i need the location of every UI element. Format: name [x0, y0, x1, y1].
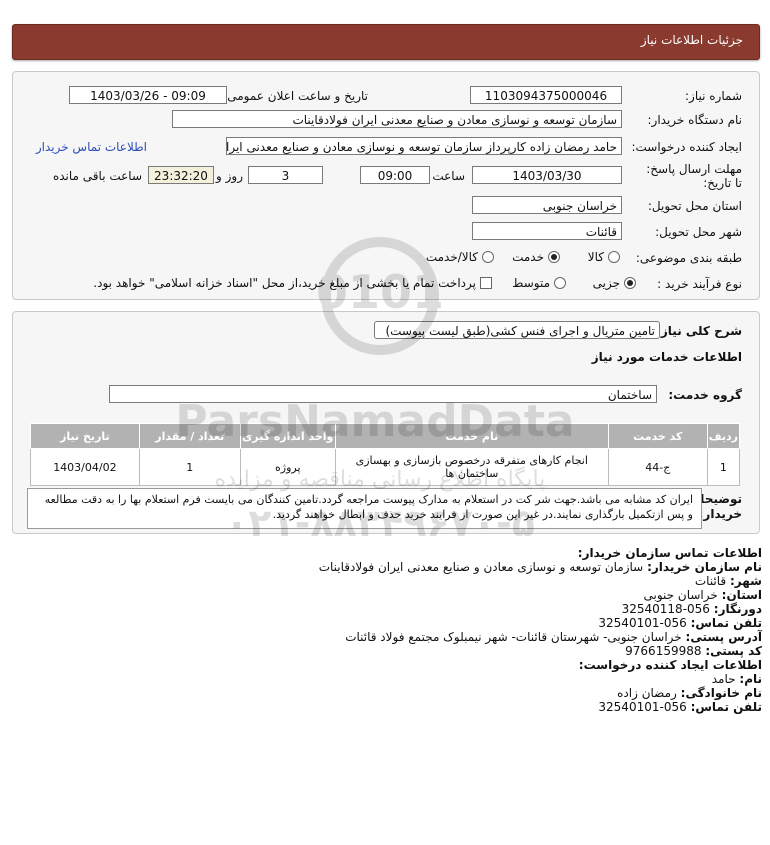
col-unit: واحد اندازه گیری	[239, 423, 336, 449]
contact-address-line: آدرس پستی: خراسان جنوبی- شهرستان قائنات-…	[345, 630, 762, 644]
contact-city-label: شهر:	[730, 574, 762, 588]
radio-service[interactable]	[548, 251, 560, 263]
col-quantity: تعداد / مقدار	[138, 423, 241, 449]
deadline-date-field: 1403/03/30	[472, 166, 622, 184]
contact-fax-line: دورنگار: 056-32540118	[622, 602, 762, 616]
radio-both[interactable]	[482, 251, 494, 263]
creator-last-name-label: نام خانوادگی:	[680, 686, 762, 700]
creator-last-name: رمضان زاده	[617, 686, 677, 700]
treasury-payment-option[interactable]: پرداخت تمام یا بخشی از مبلغ خرید،از محل …	[93, 276, 492, 290]
creator-first-name-label: نام:	[739, 672, 762, 686]
deadline-label: مهلت ارسال پاسخ: تا تاریخ:	[646, 162, 742, 190]
process-option-minor[interactable]: جزیی	[593, 276, 636, 290]
contact-city: قائنات	[694, 574, 727, 588]
page-title: جزئیات اطلاعات نیاز	[640, 33, 743, 47]
contact-phone: 056-32540101	[598, 616, 687, 630]
remaining-time-field: 23:32:20	[148, 166, 214, 184]
cell-row-num: 1	[706, 448, 741, 486]
contact-postal-line: کد پستی: 9766159988	[625, 644, 762, 658]
radio-medium[interactable]	[554, 277, 566, 289]
remaining-label: ساعت باقی مانده	[52, 169, 142, 183]
contact-phone-line: تلفن تماس: 056-32540101	[598, 616, 762, 630]
process-option-medium[interactable]: متوسط	[512, 276, 566, 290]
creator-first-name: حامد	[711, 672, 736, 686]
contact-province: خراسان جنوبی	[643, 588, 718, 602]
contact-title: اطلاعات تماس سازمان خریدار:	[577, 546, 762, 560]
deadline-time-label: ساعت	[432, 169, 465, 183]
contact-org-label: نام سازمان خریدار:	[647, 560, 762, 574]
cell-unit: پروژه	[239, 448, 336, 486]
process-option-minor-label: جزیی	[592, 276, 620, 290]
services-title: اطلاعات خدمات مورد نیاز	[591, 350, 742, 364]
process-label: نوع فرآیند خرید :	[657, 277, 742, 291]
process-option-medium-label: متوسط	[512, 276, 550, 290]
contact-fax-label: دورنگار:	[713, 602, 762, 616]
province-field: خراسان جنوبی	[472, 196, 622, 214]
buyer-org-label: نام دستگاه خریدار:	[647, 113, 743, 127]
city-field: قائنات	[472, 222, 622, 240]
deadline-time-field: 09:00	[360, 166, 430, 184]
cell-service-name: انجام کارهای متفرقه درخصوص بازسازی و بهس…	[334, 448, 609, 486]
contact-address-label: آدرس پستی:	[685, 630, 762, 644]
contact-fax: 056-32540118	[621, 602, 710, 616]
need-number-field: 1103094375000046	[470, 86, 622, 104]
treasury-note: پرداخت تمام یا بخشی از مبلغ خرید،از محل …	[93, 276, 476, 290]
category-option-goods[interactable]: کالا	[588, 250, 620, 264]
announce-field: 1403/03/26 - 09:09	[69, 86, 227, 104]
category-option-goods-label: کالا	[587, 250, 604, 264]
col-service-code: کد خدمت	[607, 423, 708, 449]
days-field: 3	[248, 166, 323, 184]
creator-phone-label: تلفن تماس:	[690, 700, 762, 714]
cell-need-date: 1403/04/02	[30, 448, 140, 486]
creator-last-name-line: نام خانوادگی: رمضان زاده	[617, 686, 762, 700]
summary-label: شرح کلی نیاز:	[656, 324, 742, 338]
creator-first-name-line: نام: حامد	[712, 672, 762, 686]
city-label: شهر محل تحویل:	[655, 225, 742, 239]
buyer-notes-field: ایران کد مشابه می باشد.جهت شر کت در استع…	[27, 488, 702, 529]
contact-phone-label: تلفن تماس:	[690, 616, 762, 630]
category-label: طبقه بندی موضوعی:	[635, 251, 742, 265]
radio-minor[interactable]	[624, 277, 636, 289]
service-group-label: گروه خدمت:	[668, 388, 742, 402]
buyer-contact-link[interactable]: اطلاعات تماس خریدار	[36, 140, 147, 154]
table-header-row: ردیف کد خدمت نام خدمت واحد اندازه گیری ت…	[30, 423, 741, 449]
contact-address: خراسان جنوبی- شهرستان قائنات- شهر نیمبلو…	[345, 630, 682, 644]
creator-field: حامد رمضان زاده کارپرداز سازمان توسعه و …	[226, 137, 622, 155]
announce-label: تاریخ و ساعت اعلان عمومی:	[223, 89, 368, 103]
contact-postal-label: کد پستی:	[705, 644, 762, 658]
page-header: جزئیات اطلاعات نیاز	[12, 24, 760, 60]
contact-postal: 9766159988	[625, 644, 702, 658]
category-option-both-label: کالا/خدمت	[425, 250, 478, 264]
services-table: ردیف کد خدمت نام خدمت واحد اندازه گیری ت…	[30, 423, 741, 486]
summary-field: تامین متریال و اجرای فنس کشی(طبق لیست پی…	[374, 321, 660, 339]
category-option-both[interactable]: کالا/خدمت	[426, 250, 494, 264]
cell-quantity: 1	[138, 448, 241, 486]
category-option-service-label: خدمت	[512, 250, 544, 264]
radio-goods[interactable]	[608, 251, 620, 263]
need-number-label: شماره نیاز:	[685, 89, 742, 103]
contact-city-line: شهر: قائنات	[695, 574, 762, 588]
col-row-num: ردیف	[706, 423, 741, 449]
creator-phone: 056-32540101	[598, 700, 687, 714]
service-group-field: ساختمان	[109, 385, 657, 403]
col-need-date: تاریخ نیاز	[30, 423, 140, 449]
creator-label: ایجاد کننده درخواست:	[631, 140, 742, 154]
creator-phone-line: تلفن تماس: 056-32540101	[598, 700, 762, 714]
category-option-service[interactable]: خدمت	[512, 250, 560, 264]
treasury-checkbox[interactable]	[480, 277, 492, 289]
province-label: استان محل تحویل:	[647, 199, 742, 213]
contact-org: سازمان توسعه و نوسازی معادن و صنایع معدن…	[318, 560, 644, 574]
contact-province-label: استان:	[721, 588, 762, 602]
table-row: 1 ج-44 انجام کارهای متفرقه درخصوص بازساز…	[30, 448, 741, 486]
contact-org-line: نام سازمان خریدار: سازمان توسعه و نوسازی…	[319, 560, 762, 574]
col-service-name: نام خدمت	[334, 423, 609, 449]
buyer-org-field: سازمان توسعه و نوسازی معادن و صنایع معدن…	[172, 110, 622, 128]
creator-info-title: اطلاعات ایجاد کننده درخواست:	[578, 658, 762, 672]
cell-service-code: ج-44	[607, 448, 708, 486]
contact-province-line: استان: خراسان جنوبی	[644, 588, 762, 602]
days-label: روز و	[216, 169, 243, 183]
